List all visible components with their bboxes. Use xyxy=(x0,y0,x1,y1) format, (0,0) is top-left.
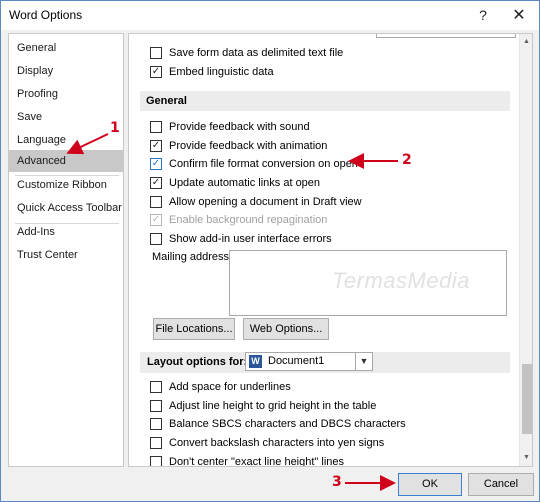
checkbox[interactable] xyxy=(150,381,162,393)
checkbox-checked-disabled: ✓ xyxy=(150,214,162,226)
mailing-address-label: Mailing address: xyxy=(152,251,233,263)
scroll-up-arrow-icon[interactable]: ▲ xyxy=(520,34,532,50)
chevron-down-icon[interactable]: ▼ xyxy=(355,353,372,370)
checkbox-checked[interactable]: ✓ xyxy=(150,158,162,170)
word-options-dialog: Word Options ? ✕ General Display Proofin… xyxy=(0,0,540,502)
section-header-general: General xyxy=(140,91,510,111)
checkbox-checked[interactable]: ✓ xyxy=(150,140,162,152)
close-button[interactable]: ✕ xyxy=(499,1,539,30)
nav-item-save[interactable]: Save xyxy=(9,106,123,128)
document-select[interactable]: W Document1 ▼ xyxy=(245,352,373,371)
title-bar: Word Options ? ✕ xyxy=(1,1,539,30)
nav-item-trust-center[interactable]: Trust Center xyxy=(9,244,123,266)
web-options-button[interactable]: Web Options... xyxy=(243,318,329,340)
watermark: TermasMedia xyxy=(332,268,470,293)
scrollbar-thumb[interactable] xyxy=(522,364,532,434)
checkbox[interactable] xyxy=(150,400,162,412)
checkbox[interactable] xyxy=(150,233,162,245)
help-icon: ? xyxy=(479,7,487,23)
checkbox-checked[interactable]: ✓ xyxy=(150,177,162,189)
cancel-button[interactable]: Cancel xyxy=(468,473,534,496)
nav-item-quick-access-toolbar[interactable]: Quick Access Toolbar xyxy=(9,197,123,219)
nav-item-advanced[interactable]: Advanced xyxy=(9,150,123,172)
checkbox[interactable] xyxy=(150,196,162,208)
checkbox[interactable] xyxy=(150,456,162,466)
checkbox[interactable] xyxy=(150,121,162,133)
annotation-step-2: 2 xyxy=(402,152,412,168)
nav-item-add-ins[interactable]: Add-Ins xyxy=(9,221,123,243)
checkbox[interactable] xyxy=(150,437,162,449)
checkbox[interactable] xyxy=(150,47,162,59)
help-button[interactable]: ? xyxy=(463,1,503,30)
close-icon: ✕ xyxy=(512,7,526,24)
nav-item-language[interactable]: Language xyxy=(9,129,123,151)
vertical-scrollbar[interactable]: ▲ ▼ xyxy=(519,34,532,466)
annotation-step-3: 3 xyxy=(332,474,342,490)
nav-item-general[interactable]: General xyxy=(9,37,123,59)
nav-item-customize-ribbon[interactable]: Customize Ribbon xyxy=(9,174,123,196)
checkbox-checked[interactable]: ✓ xyxy=(150,66,162,78)
options-nav: General Display Proofing Save Language A… xyxy=(8,33,124,467)
checkbox[interactable] xyxy=(150,418,162,430)
file-locations-button[interactable]: File Locations... xyxy=(153,318,235,340)
text-field-partial[interactable] xyxy=(376,34,516,38)
layout-options-label: Layout options for: xyxy=(147,356,248,368)
nav-item-proofing[interactable]: Proofing xyxy=(9,83,123,105)
advanced-options-panel: Save form data as delimited text file ✓ … xyxy=(128,33,533,467)
scroll-down-arrow-icon[interactable]: ▼ xyxy=(520,450,532,466)
ok-button[interactable]: OK xyxy=(398,473,462,496)
window-title: Word Options xyxy=(9,8,83,22)
word-document-icon: W xyxy=(249,355,262,368)
annotation-step-1: 1 xyxy=(110,120,120,136)
nav-item-display[interactable]: Display xyxy=(9,60,123,82)
